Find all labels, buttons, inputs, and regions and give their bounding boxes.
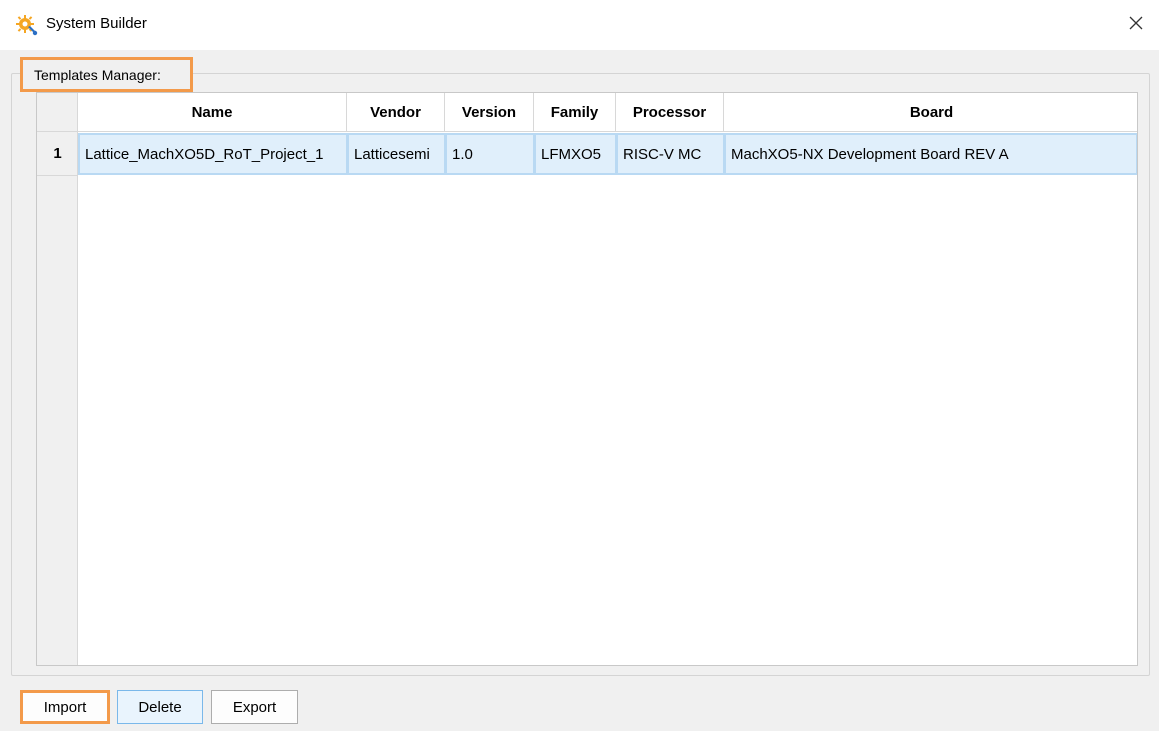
cell-vendor[interactable]: Latticesemi xyxy=(347,133,446,175)
row-number[interactable]: 1 xyxy=(37,132,78,176)
column-header-version[interactable]: Version xyxy=(445,93,534,131)
import-button[interactable]: Import xyxy=(20,690,110,724)
templates-manager-title: Templates Manager: xyxy=(20,57,193,92)
table-header: Name Vendor Version Family Processor Boa… xyxy=(78,93,1137,132)
table-row[interactable]: Lattice_MachXO5D_RoT_Project_1 Latticese… xyxy=(78,133,1137,175)
table-corner-button[interactable] xyxy=(37,93,78,132)
column-header-vendor[interactable]: Vendor xyxy=(347,93,445,131)
export-button[interactable]: Export xyxy=(211,690,298,724)
title-bar: System Builder xyxy=(0,0,1159,50)
system-builder-gear-icon xyxy=(16,14,38,36)
delete-button[interactable]: Delete xyxy=(117,690,203,724)
column-header-family[interactable]: Family xyxy=(534,93,616,131)
window-title: System Builder xyxy=(46,15,147,32)
close-button[interactable] xyxy=(1113,0,1159,50)
cell-version[interactable]: 1.0 xyxy=(445,133,535,175)
column-header-processor[interactable]: Processor xyxy=(616,93,724,131)
cell-board[interactable]: MachXO5-NX Development Board REV A xyxy=(724,133,1137,175)
row-header-column xyxy=(37,132,78,665)
close-icon xyxy=(1129,16,1143,34)
column-header-name[interactable]: Name xyxy=(78,93,347,131)
cell-name[interactable]: Lattice_MachXO5D_RoT_Project_1 xyxy=(78,133,348,175)
cell-processor[interactable]: RISC-V MC xyxy=(616,133,725,175)
column-header-board[interactable]: Board xyxy=(724,93,1137,131)
templates-table[interactable]: Name Vendor Version Family Processor Boa… xyxy=(36,92,1138,666)
cell-family[interactable]: LFMXO5 xyxy=(534,133,617,175)
